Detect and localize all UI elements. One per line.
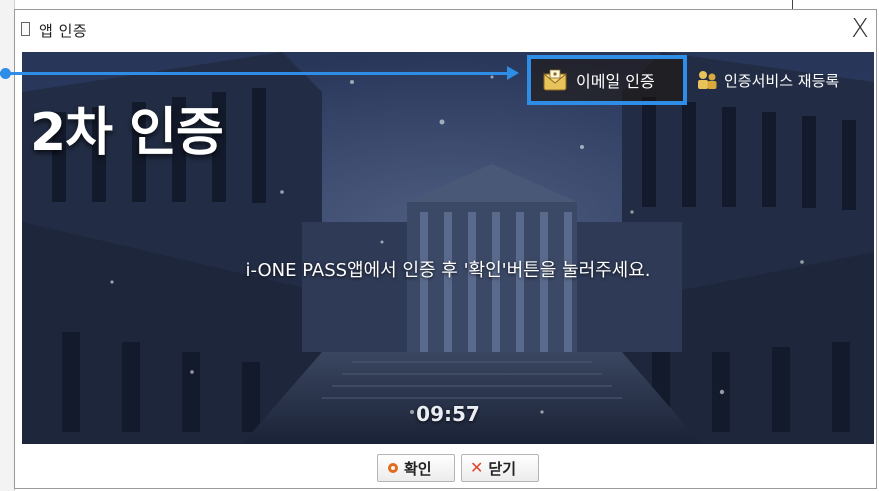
confirm-label: 확인: [404, 459, 432, 478]
page: 앱 인증 X 2차 인증 이메일 인증 인증서비스 재등록 i-ONE PASS…: [0, 0, 879, 491]
confirm-button[interactable]: 확인: [377, 454, 455, 482]
countdown-timer: 09:57: [416, 402, 480, 426]
close-window-button[interactable]: X: [847, 14, 873, 44]
close-button[interactable]: ✕ 닫기: [461, 454, 539, 482]
instruction-message: i-ONE PASS앱에서 인증 후 '확인'버튼을 눌러주세요.: [245, 260, 651, 281]
x-icon: ✕: [470, 458, 484, 477]
annotation-arrow-line: [0, 72, 510, 75]
document-icon: [21, 22, 30, 36]
reregister-service-button[interactable]: 인증서비스 재등록: [692, 55, 839, 105]
page-title: 2차 인증: [30, 103, 224, 163]
window-title: 앱 인증: [39, 22, 88, 40]
reregister-label: 인증서비스 재등록: [724, 71, 840, 90]
annotation-arrow-origin: [0, 68, 11, 79]
circle-icon: [388, 463, 398, 473]
annotation-arrow-head: [507, 66, 519, 80]
close-label: 닫기: [488, 459, 517, 478]
email-auth-label: 이메일 인증: [576, 72, 655, 91]
titlebar: 앱 인증 X: [15, 10, 876, 51]
dialog-footer: 확인 ✕ 닫기: [15, 446, 876, 488]
auth-banner: 2차 인증 이메일 인증 인증서비스 재등록 i-ONE PASS앱에서 인증 …: [22, 52, 874, 444]
email-auth-button[interactable]: 이메일 인증: [527, 55, 687, 105]
user-pair-icon: [698, 71, 717, 89]
app-auth-dialog: 앱 인증 X 2차 인증 이메일 인증 인증서비스 재등록 i-ONE PASS…: [14, 9, 877, 489]
envelope-icon: [543, 69, 567, 91]
